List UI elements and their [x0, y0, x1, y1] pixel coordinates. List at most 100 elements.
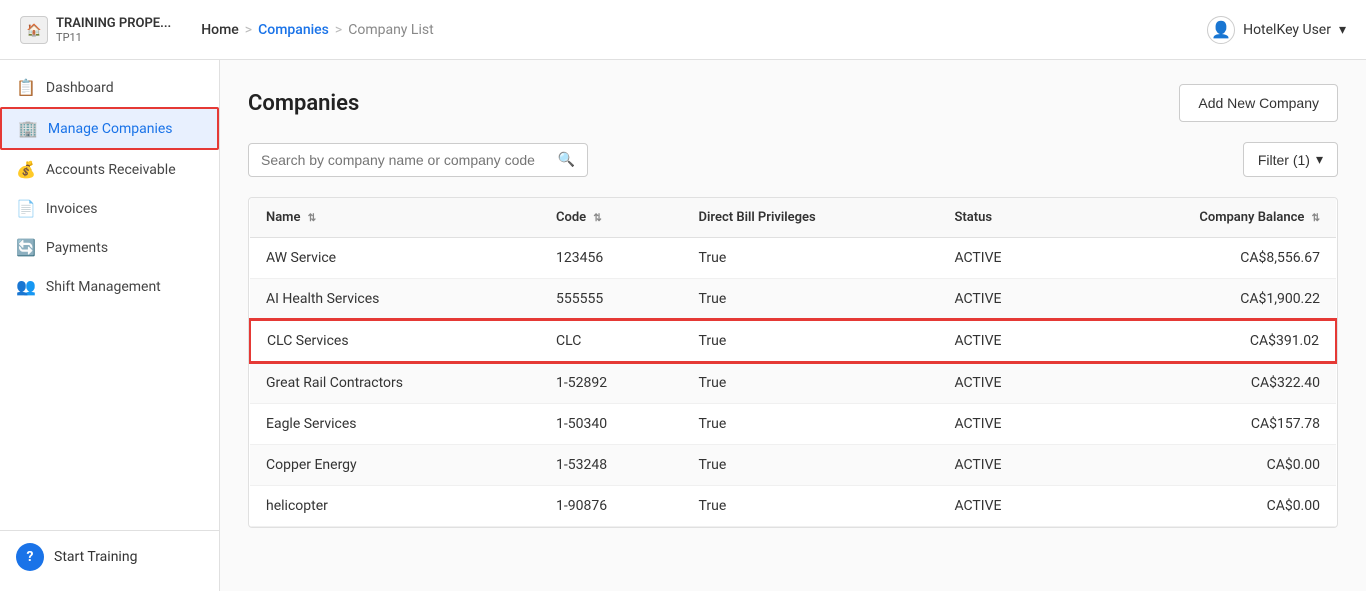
sort-code-icon: ⇅	[593, 213, 601, 224]
col-direct-bill: Direct Bill Privileges	[683, 198, 939, 238]
table-row[interactable]: Eagle Services 1-50340 True ACTIVE CA$15…	[250, 404, 1336, 445]
sidebar-item-dashboard[interactable]: 📋 Dashboard	[0, 68, 219, 107]
table-row[interactable]: Great Rail Contractors 1-52892 True ACTI…	[250, 362, 1336, 404]
dashboard-icon: 📋	[16, 78, 36, 97]
search-box[interactable]: 🔍	[248, 143, 588, 177]
sidebar: 📋 Dashboard 🏢 Manage Companies 💰 Account…	[0, 60, 220, 591]
invoices-icon: 📄	[16, 199, 36, 218]
breadcrumb-companies[interactable]: Companies	[258, 22, 329, 38]
sort-balance-icon: ⇅	[1312, 213, 1320, 224]
cell-name: Great Rail Contractors	[250, 362, 540, 404]
cell-status: ACTIVE	[938, 486, 1074, 527]
cell-code: 1-90876	[540, 486, 683, 527]
start-training-label: Start Training	[54, 549, 137, 565]
user-area[interactable]: 👤 HotelKey User ▾	[1207, 16, 1346, 44]
start-training-area[interactable]: ? Start Training	[0, 530, 219, 583]
sidebar-item-invoices[interactable]: 📄 Invoices	[0, 189, 219, 228]
cell-code: 1-52892	[540, 362, 683, 404]
cell-name: Eagle Services	[250, 404, 540, 445]
cell-balance: CA$8,556.67	[1074, 238, 1336, 279]
add-new-company-button[interactable]: Add New Company	[1179, 84, 1338, 122]
sidebar-item-label: Payments	[46, 240, 108, 256]
cell-name: AI Health Services	[250, 279, 540, 321]
cell-direct-bill: True	[683, 279, 939, 321]
sort-name-icon: ⇅	[308, 213, 316, 224]
filter-button[interactable]: Filter (1) ▾	[1243, 142, 1338, 177]
cell-status: ACTIVE	[938, 279, 1074, 321]
help-icon: ?	[16, 543, 44, 571]
content-header: Companies Add New Company	[248, 84, 1338, 122]
search-icon: 🔍	[558, 152, 575, 168]
sidebar-item-label: Invoices	[46, 201, 98, 217]
sidebar-item-label: Dashboard	[46, 80, 114, 96]
cell-name: Copper Energy	[250, 445, 540, 486]
user-avatar-icon: 👤	[1207, 16, 1235, 44]
manage-companies-icon: 🏢	[18, 119, 38, 138]
chevron-down-icon: ▾	[1316, 151, 1323, 168]
logo-icon: 🏠	[20, 16, 48, 44]
shift-management-icon: 👥	[16, 277, 36, 296]
breadcrumb-current: Company List	[348, 22, 433, 38]
user-label: HotelKey User	[1243, 22, 1331, 38]
cell-status: ACTIVE	[938, 320, 1074, 362]
table-row[interactable]: Copper Energy 1-53248 True ACTIVE CA$0.0…	[250, 445, 1336, 486]
sidebar-item-accounts-receivable[interactable]: 💰 Accounts Receivable	[0, 150, 219, 189]
table-row[interactable]: AI Health Services 555555 True ACTIVE CA…	[250, 279, 1336, 321]
cell-code: 123456	[540, 238, 683, 279]
cell-name: AW Service	[250, 238, 540, 279]
breadcrumb-sep2: >	[335, 22, 342, 38]
companies-table-wrap: Name ⇅ Code ⇅ Direct Bill Privileges Sta…	[248, 197, 1338, 528]
cell-direct-bill: True	[683, 486, 939, 527]
col-balance[interactable]: Company Balance ⇅	[1074, 198, 1336, 238]
table-row[interactable]: AW Service 123456 True ACTIVE CA$8,556.6…	[250, 238, 1336, 279]
cell-code: CLC	[540, 320, 683, 362]
cell-code: 555555	[540, 279, 683, 321]
table-row[interactable]: CLC Services CLC True ACTIVE CA$391.02	[250, 320, 1336, 362]
sidebar-item-label: Manage Companies	[48, 121, 173, 137]
search-filter-row: 🔍 Filter (1) ▾	[248, 142, 1338, 177]
col-code[interactable]: Code ⇅	[540, 198, 683, 238]
cell-status: ACTIVE	[938, 404, 1074, 445]
sidebar-item-manage-companies[interactable]: 🏢 Manage Companies	[0, 107, 219, 150]
cell-direct-bill: True	[683, 238, 939, 279]
breadcrumb-home[interactable]: Home	[201, 22, 239, 38]
cell-code: 1-53248	[540, 445, 683, 486]
top-bar-left: 🏠 TRAINING PROPE... TP11 Home > Companie…	[20, 16, 434, 44]
sidebar-item-label: Accounts Receivable	[46, 162, 176, 178]
cell-status: ACTIVE	[938, 362, 1074, 404]
cell-name: CLC Services	[250, 320, 540, 362]
main-layout: 📋 Dashboard 🏢 Manage Companies 💰 Account…	[0, 60, 1366, 591]
logo-text: TRAINING PROPE... TP11	[56, 16, 171, 44]
cell-balance: CA$1,900.22	[1074, 279, 1336, 321]
col-status: Status	[938, 198, 1074, 238]
payments-icon: 🔄	[16, 238, 36, 257]
breadcrumb-sep1: >	[245, 22, 252, 38]
cell-balance: CA$157.78	[1074, 404, 1336, 445]
filter-label: Filter (1)	[1258, 152, 1310, 168]
table-row[interactable]: helicopter 1-90876 True ACTIVE CA$0.00	[250, 486, 1336, 527]
cell-code: 1-50340	[540, 404, 683, 445]
main-content: Companies Add New Company 🔍 Filter (1) ▾…	[220, 60, 1366, 591]
logo-subtitle: TP11	[56, 31, 171, 44]
cell-status: ACTIVE	[938, 445, 1074, 486]
top-bar: 🏠 TRAINING PROPE... TP11 Home > Companie…	[0, 0, 1366, 60]
page-title: Companies	[248, 91, 359, 116]
companies-table: Name ⇅ Code ⇅ Direct Bill Privileges Sta…	[249, 198, 1337, 527]
col-name[interactable]: Name ⇅	[250, 198, 540, 238]
cell-balance: CA$0.00	[1074, 445, 1336, 486]
sidebar-item-shift-management[interactable]: 👥 Shift Management	[0, 267, 219, 306]
cell-balance: CA$391.02	[1074, 320, 1336, 362]
accounts-receivable-icon: 💰	[16, 160, 36, 179]
chevron-down-icon: ▾	[1339, 22, 1346, 38]
cell-name: helicopter	[250, 486, 540, 527]
breadcrumb: Home > Companies > Company List	[201, 22, 433, 38]
cell-direct-bill: True	[683, 445, 939, 486]
sidebar-item-payments[interactable]: 🔄 Payments	[0, 228, 219, 267]
table-header-row: Name ⇅ Code ⇅ Direct Bill Privileges Sta…	[250, 198, 1336, 238]
logo-title: TRAINING PROPE...	[56, 16, 171, 31]
logo-area: 🏠 TRAINING PROPE... TP11	[20, 16, 171, 44]
search-input[interactable]	[261, 152, 550, 168]
cell-status: ACTIVE	[938, 238, 1074, 279]
cell-balance: CA$0.00	[1074, 486, 1336, 527]
cell-direct-bill: True	[683, 320, 939, 362]
